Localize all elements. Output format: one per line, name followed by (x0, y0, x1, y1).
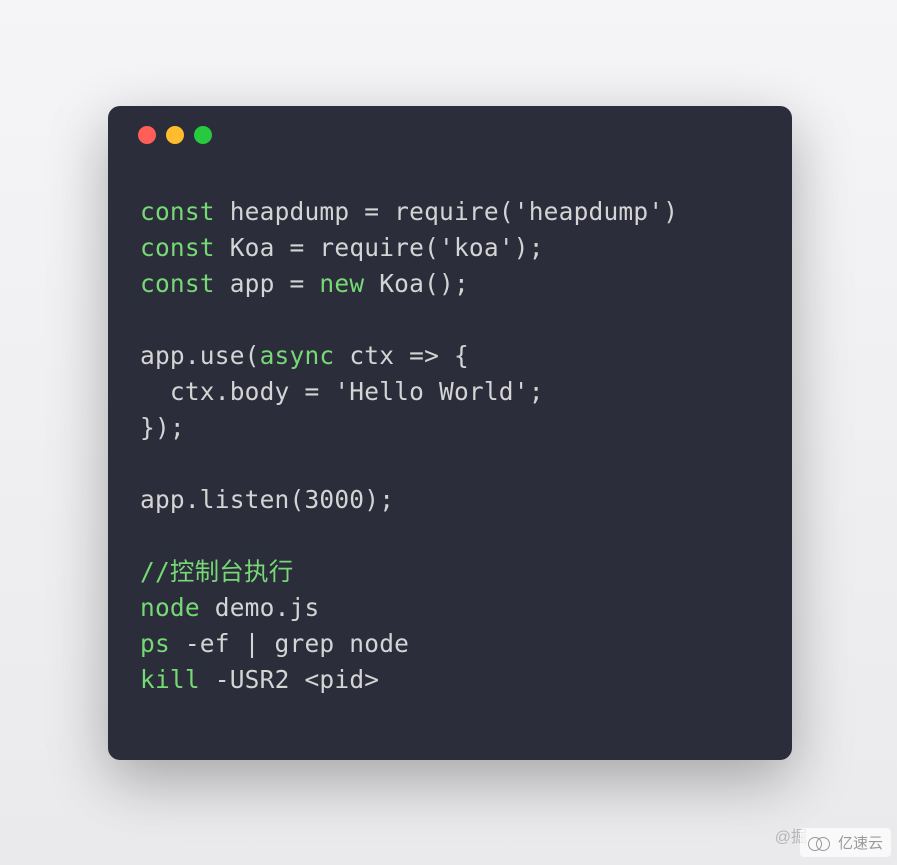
brand-badge: 亿速云 (800, 828, 891, 857)
maximize-icon[interactable] (194, 126, 212, 144)
code-content: const heapdump = require('heapdump') con… (108, 144, 792, 728)
brand-label: 亿速云 (838, 832, 883, 853)
window-controls (108, 106, 792, 144)
minimize-icon[interactable] (166, 126, 184, 144)
cloud-icon (808, 834, 832, 852)
close-icon[interactable] (138, 126, 156, 144)
terminal-window: const heapdump = require('heapdump') con… (108, 106, 792, 760)
